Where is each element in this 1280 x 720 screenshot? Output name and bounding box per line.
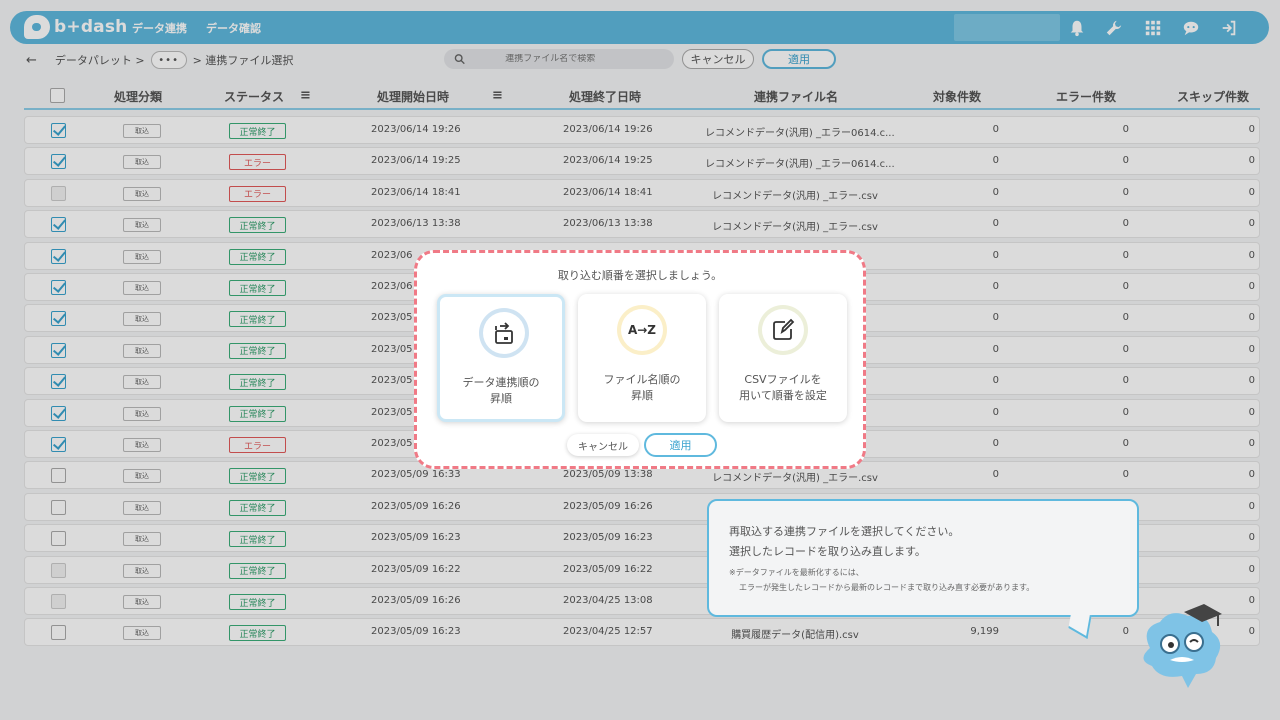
dialog-cancel-button[interactable]: キャンセル [567, 434, 639, 456]
tooltip-note-2: エラーが発生したレコードから最新のレコードまで取り込み直す必要があります。 [739, 583, 1035, 592]
option-label: CSVファイルを 用いて順番を設定 [739, 373, 827, 402]
option-integration-order-card[interactable]: データ連携順の 昇順 [437, 294, 565, 422]
option-label: ファイル名順の 昇順 [603, 373, 681, 402]
tooltip-line-2: 選択したレコードを取り込み直します。 [729, 545, 926, 558]
tooltip-note-1: ※データファイルを最新化するには、 [729, 568, 864, 577]
option-filename-order-card[interactable]: A→Z ファイル名順の 昇順 [578, 294, 706, 422]
a-to-z-icon: A→Z [617, 305, 667, 355]
dialog-title: 取り込む順番を選択しましょう。 [557, 269, 723, 282]
edit-icon [758, 305, 808, 355]
mascot-character-icon[interactable] [1130, 598, 1230, 690]
help-tooltip: 再取込する連携ファイルを選択してください。 選択したレコードを取り込み直します。… [707, 499, 1139, 640]
option-csv-order-card[interactable]: CSVファイルを 用いて順番を設定 [719, 294, 847, 422]
option-label: データ連携順の 昇順 [462, 376, 540, 405]
calendar-arrow-icon [479, 308, 529, 358]
import-order-dialog: 取り込む順番を選択しましょう。 データ連携順の 昇順 A→Z ファイル名順の 昇… [414, 250, 866, 469]
dialog-apply-button[interactable]: 適用 [644, 433, 717, 457]
tooltip-line-1: 再取込する連携ファイルを選択してください。 [729, 525, 960, 538]
